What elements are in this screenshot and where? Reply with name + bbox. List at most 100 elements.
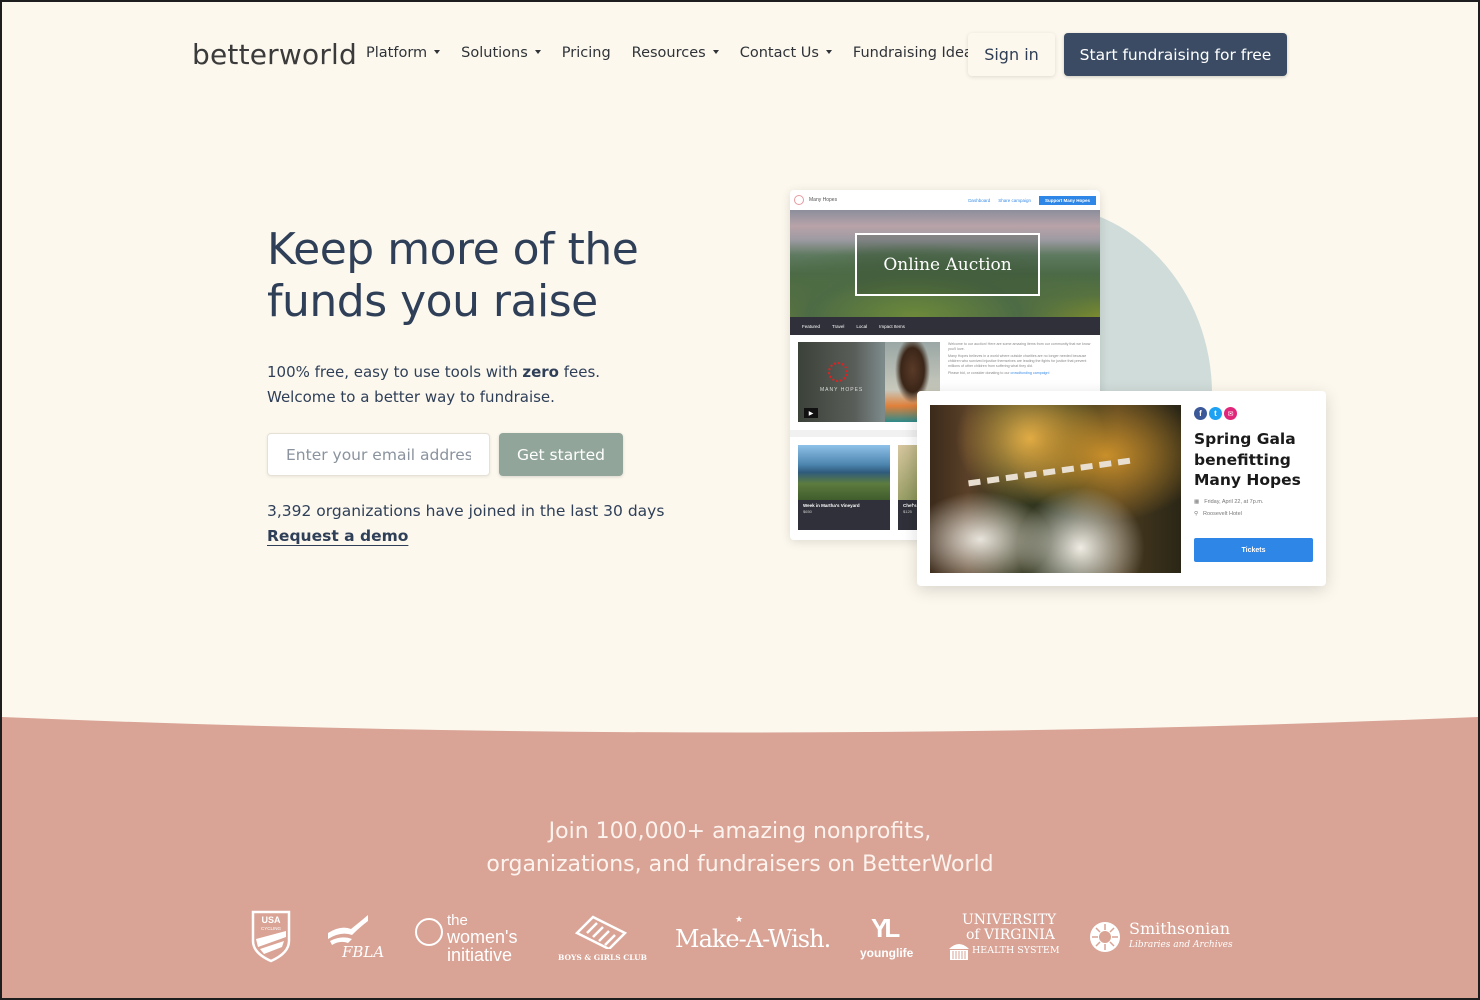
betterworld-logo[interactable]: betterworld bbox=[192, 38, 357, 71]
uva-line-1: UNIVERSITY bbox=[962, 912, 1057, 928]
event-location: ⚲ Roosevelt Hotel bbox=[1194, 511, 1242, 517]
usa-text: USA bbox=[261, 915, 281, 925]
tab-impact-items: Impact Items bbox=[879, 323, 905, 329]
nav-item-fundraising-ideas[interactable]: Fundraising Ideas bbox=[853, 45, 980, 61]
star-icon: ★ bbox=[735, 915, 743, 925]
top-navigation: betterworld Platform Solutions Pricing R… bbox=[2, 2, 1478, 112]
caret-down-icon bbox=[825, 50, 832, 54]
preview-header-links: Dashboard Share campaign Support Many Ho… bbox=[968, 195, 1096, 205]
get-started-button[interactable]: Get started bbox=[499, 433, 623, 476]
womens-initiative-text: the women's initiative bbox=[447, 913, 517, 964]
social-proof-heading: Join 100,000+ amazing nonprofits, organi… bbox=[2, 815, 1478, 881]
logo-line: initiative bbox=[447, 945, 513, 965]
smithsonian-text: Smithsonian bbox=[1129, 919, 1231, 938]
nav-item-solutions[interactable]: Solutions bbox=[461, 45, 541, 61]
event-card-preview: f t ✉ Spring Gala benefitting Many Hopes… bbox=[917, 391, 1326, 586]
tickets-button: Tickets bbox=[1194, 538, 1313, 562]
usa-cycling-logo: USA CYCLING bbox=[250, 909, 292, 963]
auction-item-card: Week in Martha's Vineyard $650 bbox=[798, 445, 890, 530]
younglife-text: younglife bbox=[860, 946, 914, 960]
boys-girls-club-logo: BOYS & GIRLS CLUB bbox=[555, 915, 650, 965]
description-paragraph: Welcome to our auction! Here are some am… bbox=[948, 342, 1091, 351]
subtitle-text: 100% free, easy to use tools with bbox=[267, 363, 523, 381]
social-proof-line-1: Join 100,000+ amazing nonprofits, bbox=[548, 819, 932, 844]
bgc-text: BOYS & GIRLS CLUB bbox=[558, 953, 647, 962]
online-auction-title: Online Auction bbox=[855, 233, 1040, 296]
partner-logos: USA CYCLING FBLA the women's initiative bbox=[2, 907, 1478, 977]
hero-title: Keep more of the funds you raise bbox=[267, 224, 639, 327]
nav-item-label: Fundraising Ideas bbox=[852, 45, 981, 61]
tab-local: Local bbox=[856, 323, 868, 329]
preview-header: Many Hopes Dashboard Share campaign Supp… bbox=[790, 190, 1100, 210]
share-campaign-link: Share campaign bbox=[998, 197, 1031, 203]
event-title: Spring Gala benefitting Many Hopes bbox=[1194, 430, 1301, 489]
nav-menu: Platform Solutions Pricing Resources Con… bbox=[366, 45, 1001, 61]
item-title: Week in Martha's Vineyard bbox=[803, 503, 860, 508]
make-a-wish-logo: Make-A-Wish. ★ bbox=[675, 915, 831, 953]
play-icon: ▶ bbox=[804, 408, 818, 418]
sign-in-button[interactable]: Sign in bbox=[968, 33, 1055, 76]
twitter-icon: t bbox=[1209, 407, 1222, 420]
campaign-logo-icon bbox=[794, 195, 804, 205]
description-paragraph: Many Hopes believes in a world where out… bbox=[948, 354, 1087, 368]
facebook-icon: f bbox=[1194, 407, 1207, 420]
hero-subtitle: 100% free, easy to use tools with zero f… bbox=[267, 360, 600, 410]
auction-hero-image: Online Auction bbox=[790, 210, 1100, 317]
womens-initiative-logo: the women's initiative bbox=[412, 913, 532, 969]
circle-icon bbox=[415, 918, 443, 946]
email-input[interactable] bbox=[267, 433, 490, 476]
caret-down-icon bbox=[534, 50, 541, 54]
make-a-wish-text: Make-A-Wish. bbox=[675, 925, 831, 953]
libraries-archives-text: Libraries and Archives bbox=[1129, 940, 1233, 950]
uva-line-3: HEALTH SYSTEM bbox=[972, 945, 1060, 956]
smithsonian-logo: Smithsonian Libraries and Archives bbox=[1089, 919, 1239, 959]
uva-line-2: of VIRGINIA bbox=[966, 927, 1055, 943]
video-brand: MANY HOPES bbox=[820, 387, 864, 393]
campaign-name: Many Hopes bbox=[809, 197, 838, 203]
tab-travel: Travel bbox=[832, 323, 845, 329]
nav-item-pricing[interactable]: Pricing bbox=[562, 45, 611, 61]
nav-item-contact-us[interactable]: Contact Us bbox=[740, 45, 832, 61]
caret-down-icon bbox=[712, 50, 719, 54]
nav-item-platform[interactable]: Platform bbox=[366, 45, 441, 61]
event-date: ▦ Friday, April 22, at 7p.m. bbox=[1194, 499, 1263, 505]
flag-icon bbox=[328, 915, 368, 945]
uva-health-logo: UNIVERSITY of VIRGINIA HEALTH SYSTEM bbox=[946, 913, 1066, 965]
calendar-icon: ▦ bbox=[1194, 499, 1200, 505]
description-paragraph: Please bid, or consider donating to our bbox=[948, 371, 1011, 375]
younglife-logo: YL younglife bbox=[858, 913, 918, 965]
yl-mark: YL bbox=[871, 913, 900, 943]
organizations-joined-text: 3,392 organizations have joined in the l… bbox=[267, 502, 665, 520]
start-fundraising-button[interactable]: Start fundraising for free bbox=[1064, 33, 1287, 76]
subtitle-bold-text: zero bbox=[522, 363, 559, 381]
logo-line: women's bbox=[447, 927, 518, 947]
cycling-text: CYCLING bbox=[260, 926, 281, 931]
caret-down-icon bbox=[434, 50, 441, 54]
social-proof-line-2: organizations, and fundraisers on Better… bbox=[486, 852, 994, 877]
hands-icon bbox=[575, 915, 627, 949]
nav-item-label: Resources bbox=[631, 45, 706, 61]
email-icon: ✉ bbox=[1224, 407, 1237, 420]
bunting-decoration bbox=[967, 457, 1131, 491]
event-location-text: Roosevelt Hotel bbox=[1203, 511, 1242, 517]
subtitle-line-2: Welcome to a better way to fundraise. bbox=[267, 388, 555, 406]
logo-line: the bbox=[447, 912, 468, 929]
many-hopes-logo-icon bbox=[828, 362, 848, 382]
request-demo-link[interactable]: Request a demo bbox=[267, 527, 408, 545]
fbla-text: FBLA bbox=[342, 943, 385, 961]
nav-item-label: Contact Us bbox=[739, 45, 819, 61]
crowdfunding-link: crowdfunding campaign! bbox=[1010, 371, 1050, 375]
event-date-text: Friday, April 22, at 7p.m. bbox=[1204, 499, 1264, 505]
gala-photo bbox=[930, 405, 1181, 573]
item-price: $650 bbox=[803, 509, 812, 514]
location-pin-icon: ⚲ bbox=[1194, 511, 1199, 517]
coast-image bbox=[798, 445, 890, 500]
nav-item-resources[interactable]: Resources bbox=[632, 45, 719, 61]
auction-description: Welcome to our auction! Here are some am… bbox=[948, 342, 1093, 376]
fbla-logo: FBLA bbox=[324, 915, 384, 965]
nav-item-label: Platform bbox=[366, 45, 428, 61]
auction-tabs: Featured Travel Local Impact Items bbox=[790, 317, 1100, 335]
subtitle-text: fees. bbox=[558, 363, 601, 381]
social-share-icons: f t ✉ bbox=[1194, 407, 1237, 420]
nav-item-label: Solutions bbox=[461, 45, 528, 61]
